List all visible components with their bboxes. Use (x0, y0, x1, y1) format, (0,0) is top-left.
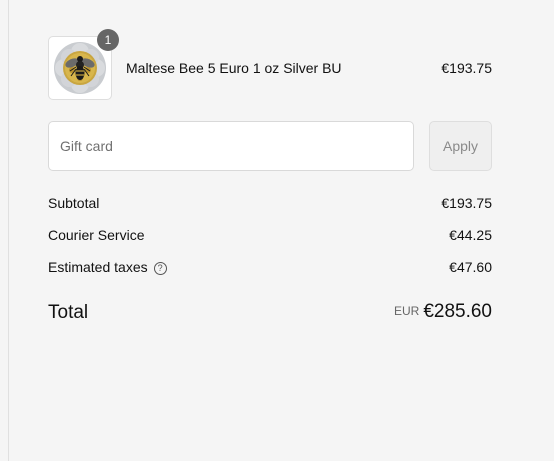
subtotal-value: €193.75 (441, 195, 492, 211)
shipping-value: €44.25 (449, 227, 492, 243)
shipping-label: Courier Service (48, 227, 145, 243)
subtotal-row: Subtotal €193.75 (48, 195, 492, 213)
quantity-badge: 1 (97, 29, 119, 51)
taxes-label-group: Estimated taxes? (48, 259, 167, 275)
subtotal-label: Subtotal (48, 195, 100, 211)
product-name: Maltese Bee 5 Euro 1 oz Silver BU (126, 60, 342, 76)
apply-gift-card-button[interactable]: Apply (429, 121, 492, 171)
bee-coin-icon (54, 42, 106, 94)
cart-line-item: 1 Maltese Bee 5 Euro 1 oz Silver BU €193… (48, 29, 492, 100)
shipping-row: Courier Service €44.25 (48, 227, 492, 245)
total-amount-group: EUR €285.60 (394, 301, 492, 323)
taxes-row: Estimated taxes? €47.60 (48, 259, 492, 277)
total-value: €285.60 (423, 301, 492, 322)
total-label: Total (48, 302, 89, 323)
total-row: Total EUR €285.60 (48, 301, 492, 327)
taxes-label: Estimated taxes (48, 259, 148, 275)
panel-divider (8, 0, 9, 461)
help-circle-icon[interactable]: ? (153, 262, 167, 275)
currency-code: EUR (393, 304, 420, 318)
taxes-value: €47.60 (449, 259, 492, 275)
gift-card-input[interactable] (48, 121, 414, 171)
product-price: €193.75 (441, 60, 492, 76)
